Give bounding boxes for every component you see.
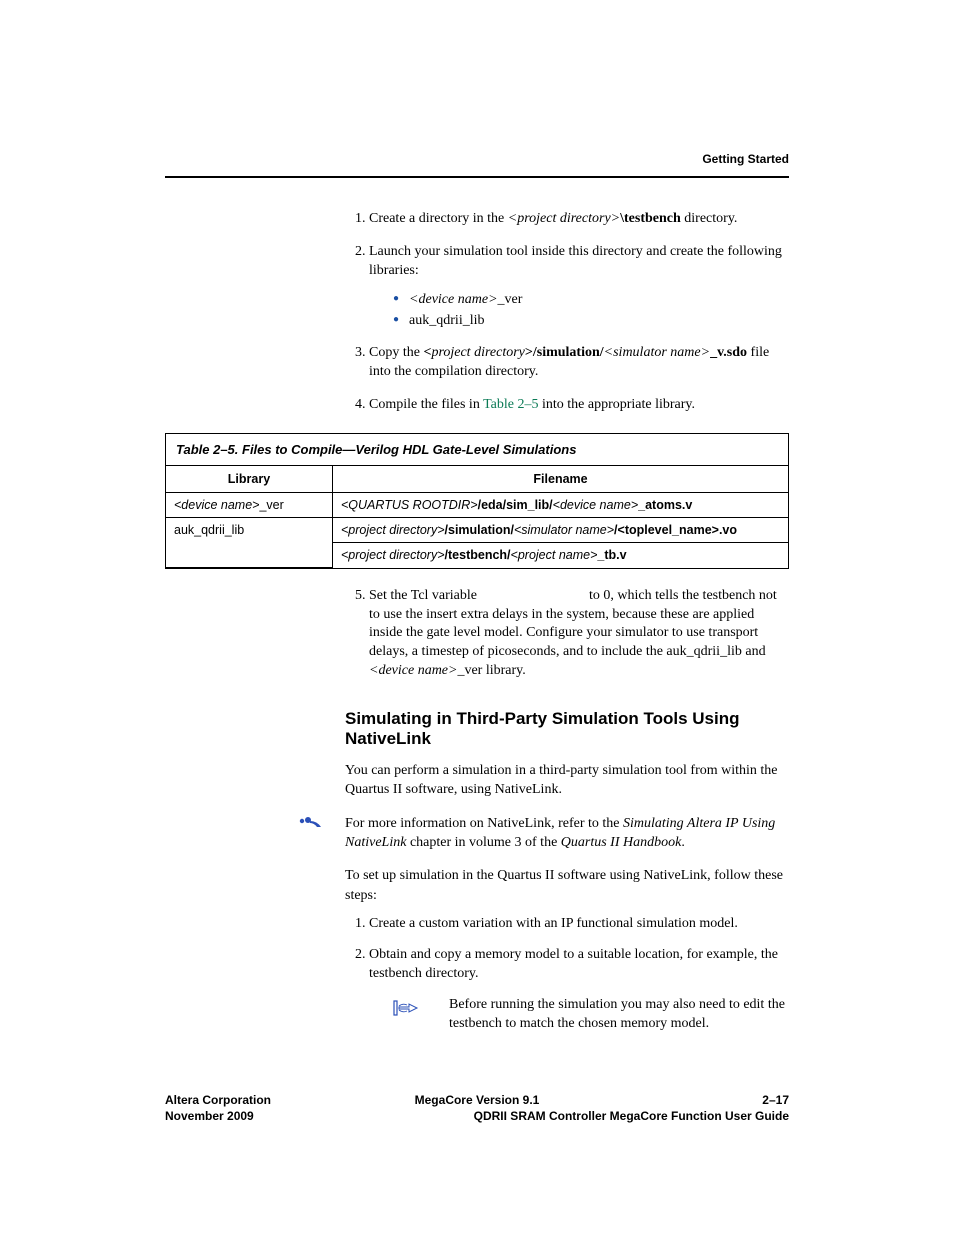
page-footer: Altera Corporation MegaCore Version 9.1 …	[165, 1093, 789, 1123]
header-section: Getting Started	[702, 152, 789, 166]
steps-list-1-cont: Set the Tcl variable to 0, which tells t…	[345, 587, 789, 681]
bullet-icon: ●	[393, 314, 399, 325]
table-link[interactable]: Table 2–5	[483, 397, 538, 412]
steps-list-2: Create a custom variation with an IP fun…	[345, 915, 789, 1033]
bullet-icon: ●	[393, 293, 399, 304]
table-2-5: Table 2–5. Files to Compile—Verilog HDL …	[165, 433, 789, 569]
header-rule	[165, 176, 789, 178]
note: Before running the simulation you may al…	[393, 996, 789, 1034]
table-header-row: Library Filename	[166, 466, 788, 493]
footer-guide: QDRII SRAM Controller MegaCore Function …	[474, 1109, 789, 1123]
bullet-2: ●auk_qdrii_lib	[393, 312, 789, 331]
library-bullets: ●<device name>_ver ●auk_qdrii_lib	[393, 291, 789, 331]
main-content: Create a directory in the <project direc…	[345, 210, 789, 1033]
step-1: Create a directory in the <project direc…	[369, 210, 789, 229]
col-library: Library	[166, 466, 333, 493]
para-nativelink-2: To set up simulation in the Quartus II s…	[345, 866, 789, 905]
table-row: <device name>_ver <QUARTUS ROOTDIR>/eda/…	[166, 493, 788, 518]
bullet-1: ●<device name>_ver	[393, 291, 789, 310]
page: Getting Started Create a directory in th…	[0, 0, 954, 1235]
para-nativelink-1: You can perform a simulation in a third-…	[345, 761, 789, 800]
step-4: Compile the files in Table 2–5 into the …	[369, 396, 789, 415]
footer-version: MegaCore Version 9.1	[165, 1093, 789, 1107]
footer-date: November 2009	[165, 1109, 254, 1123]
nl-step-1: Create a custom variation with an IP fun…	[369, 915, 789, 934]
compile-table: Library Filename <device name>_ver <QUAR…	[166, 466, 788, 568]
heading-nativelink: Simulating in Third-Party Simulation Too…	[345, 709, 789, 749]
table-row: auk_qdrii_lib <project directory>/simula…	[166, 518, 788, 543]
hand-pointer-icon	[393, 998, 425, 1025]
table-caption: Table 2–5. Files to Compile—Verilog HDL …	[166, 434, 788, 466]
step-3: Copy the <project directory>/simulation/…	[369, 344, 789, 382]
col-filename: Filename	[333, 466, 789, 493]
reference-paragraph: For more information on NativeLink, refe…	[345, 814, 789, 853]
note-text: Before running the simulation you may al…	[449, 996, 789, 1034]
step-2: Launch your simulation tool inside this …	[369, 243, 789, 331]
steps-list-1: Create a directory in the <project direc…	[345, 210, 789, 415]
step-5: Set the Tcl variable to 0, which tells t…	[369, 587, 789, 681]
reference-icon	[299, 817, 327, 837]
nl-step-2: Obtain and copy a memory model to a suit…	[369, 946, 789, 1034]
